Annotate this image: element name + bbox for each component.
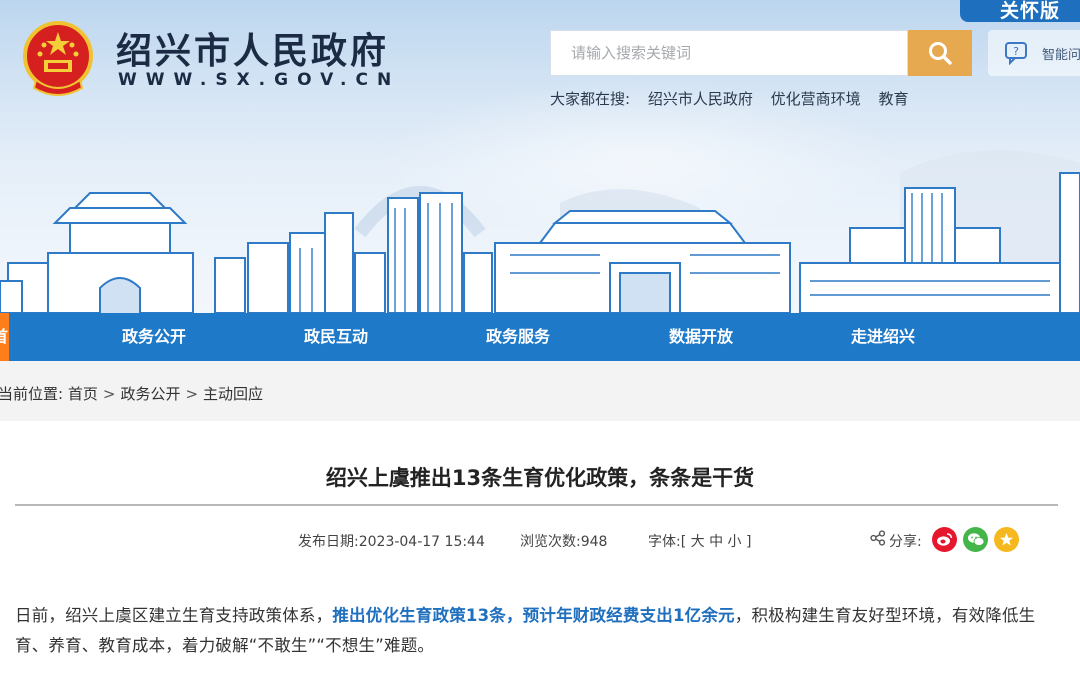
article-paragraph: 日前，绍兴上虞区建立生育支持政策体系，推出优化生育政策13条，预计年财政经费支出… bbox=[15, 601, 1065, 661]
weibo-icon bbox=[937, 533, 953, 546]
view-count-label: 浏览次数: bbox=[520, 534, 581, 550]
care-mode-button[interactable]: 关怀版 bbox=[960, 0, 1080, 22]
breadcrumb-home[interactable]: 首页 bbox=[68, 385, 98, 403]
font-large-button[interactable]: 大 bbox=[691, 534, 705, 550]
breadcrumb-separator: > bbox=[102, 385, 116, 403]
nav-item-gov-affairs-open[interactable]: 政务公开 bbox=[122, 313, 186, 361]
share-wechat-button[interactable] bbox=[963, 527, 988, 552]
hot-search-word[interactable]: 绍兴市人民政府 bbox=[648, 90, 753, 108]
nav-item-about-shaoxing[interactable]: 走进绍兴 bbox=[851, 313, 915, 361]
font-medium-button[interactable]: 中 bbox=[709, 534, 723, 550]
publish-date-label: 发布日期: bbox=[298, 534, 359, 550]
site-header: 绍兴市人民政府 WWW.SX.GOV.CN 关怀版 ? 智能问 大家都在搜: 绍… bbox=[0, 0, 1080, 313]
hot-search-word[interactable]: 优化营商环境 bbox=[771, 90, 861, 108]
svg-text:?: ? bbox=[1013, 45, 1019, 58]
smart-qa-button[interactable]: ? 智能问 bbox=[988, 30, 1080, 76]
view-count: 浏览次数:948 bbox=[520, 531, 607, 551]
paragraph-start: 日前，绍兴上虞区建立生育支持政策体系， bbox=[15, 606, 333, 625]
breadcrumb-prefix: 当前位置: bbox=[0, 385, 64, 403]
city-skyline-illustration bbox=[0, 150, 1080, 313]
main-nav: 首页 政务公开 政民互动 政务服务 数据开放 走进绍兴 bbox=[0, 313, 1080, 361]
site-name: 绍兴市人民政府 bbox=[116, 31, 390, 72]
national-emblem-icon bbox=[23, 21, 93, 96]
hot-search-label: 大家都在搜: bbox=[550, 90, 631, 108]
search-button[interactable] bbox=[908, 30, 972, 76]
search-box bbox=[550, 30, 908, 76]
share-qzone-button[interactable] bbox=[994, 527, 1019, 552]
search-input[interactable] bbox=[551, 31, 907, 75]
font-size-control: 字体:[ 大 中 小 ] bbox=[648, 531, 751, 551]
font-small-button[interactable]: 小 bbox=[728, 534, 742, 550]
chat-robot-icon: ? bbox=[1005, 42, 1027, 65]
nav-item-interaction[interactable]: 政民互动 bbox=[304, 313, 368, 361]
hot-search-word[interactable]: 教育 bbox=[878, 90, 908, 108]
font-size-close: ] bbox=[746, 534, 752, 550]
publish-date: 发布日期:2023-04-17 15:44 bbox=[298, 531, 485, 551]
font-size-label: 字体:[ bbox=[648, 534, 687, 550]
publish-date-value: 2023-04-17 15:44 bbox=[358, 534, 485, 550]
qzone-icon bbox=[1000, 533, 1013, 546]
share-weibo-button[interactable] bbox=[932, 527, 957, 552]
search-icon bbox=[929, 42, 952, 65]
breadcrumb-gov-affairs[interactable]: 政务公开 bbox=[120, 385, 180, 403]
view-count-value: 948 bbox=[580, 534, 608, 550]
share-icon bbox=[870, 530, 886, 546]
hot-search: 大家都在搜: 绍兴市人民政府 优化营商环境 教育 bbox=[550, 88, 908, 109]
nav-item-home[interactable]: 首页 bbox=[0, 313, 9, 361]
breadcrumb-active-response[interactable]: 主动回应 bbox=[203, 385, 263, 403]
title-divider bbox=[15, 504, 1058, 506]
smart-qa-label: 智能问 bbox=[1042, 47, 1080, 63]
share-label: 分享: bbox=[889, 534, 922, 550]
breadcrumb: 当前位置: 首页 > 政务公开 > 主动回应 bbox=[0, 383, 263, 404]
wechat-icon bbox=[967, 533, 984, 546]
paragraph-highlight: 推出优化生育政策13条，预计年财政经费支出1亿余元 bbox=[332, 606, 735, 625]
breadcrumb-separator: > bbox=[185, 385, 199, 403]
nav-item-services[interactable]: 政务服务 bbox=[486, 313, 550, 361]
article-title: 绍兴上虞推出13条生育优化政策，条条是干货 bbox=[325, 466, 755, 490]
nav-item-open-data[interactable]: 数据开放 bbox=[669, 313, 733, 361]
site-url: WWW.SX.GOV.CN bbox=[118, 70, 401, 90]
